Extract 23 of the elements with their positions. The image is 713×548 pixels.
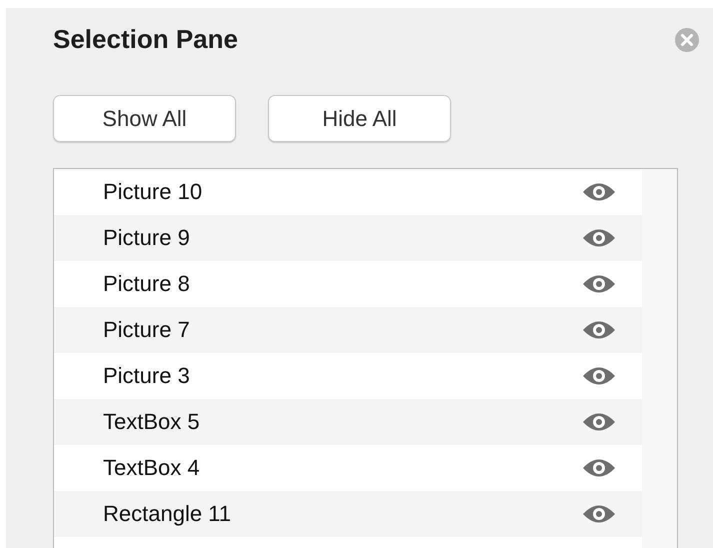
eye-icon[interactable] [582,319,616,341]
eye-icon[interactable] [582,365,616,387]
object-name: Picture 3 [103,363,191,389]
object-name: Picture 8 [103,271,191,297]
eye-icon[interactable] [582,411,616,433]
eye-icon[interactable] [582,503,616,525]
list-row[interactable]: Picture 3 [54,353,642,399]
object-name: TextBox 5 [103,409,201,435]
eye-icon[interactable] [582,227,616,249]
hide-all-button[interactable]: Hide All [268,95,451,142]
object-name: Picture 7 [103,317,191,343]
eye-icon[interactable] [582,273,616,295]
list-row[interactable]: Picture 8 [54,261,642,307]
object-name: TextBox 4 [103,455,201,481]
list-row[interactable]: TextBox 4 [54,445,642,491]
list-row[interactable]: Picture 10 [54,169,642,215]
object-name: Picture 10 [103,179,204,205]
eye-icon[interactable] [582,181,616,203]
object-name: Rectangle 11 [103,501,232,527]
object-name: Picture 9 [103,225,191,251]
show-all-button[interactable]: Show All [53,95,236,142]
eye-icon[interactable] [582,457,616,479]
pane-title: Selection Pane [53,23,238,54]
